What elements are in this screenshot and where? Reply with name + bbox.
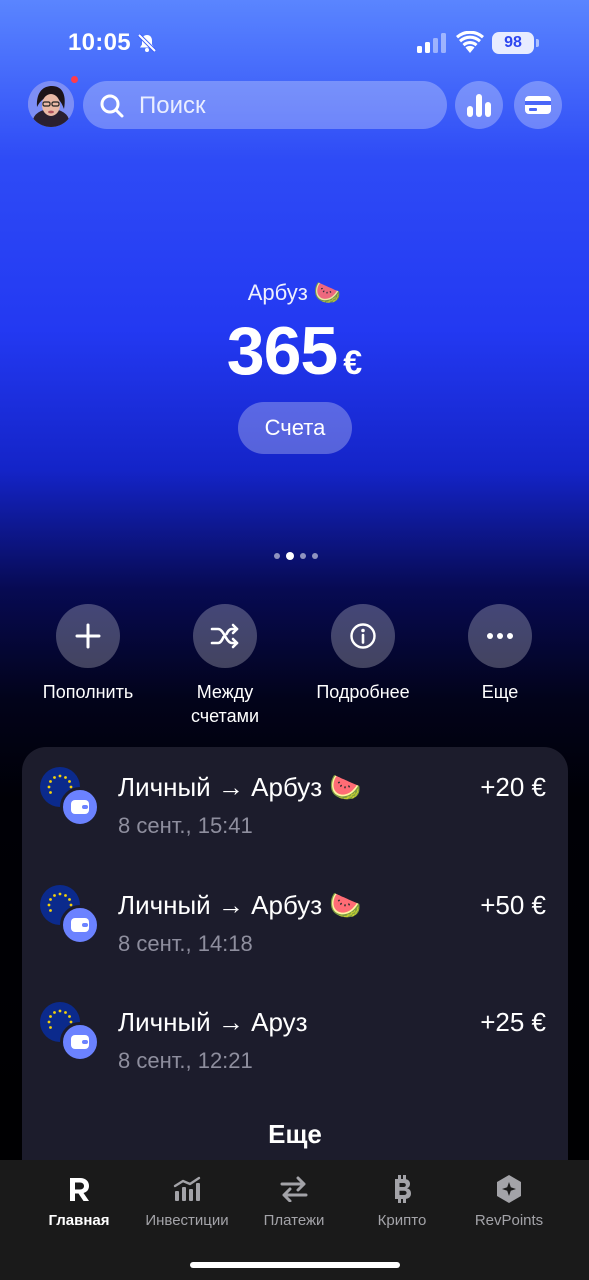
- action-between-accounts-circle[interactable]: [193, 604, 257, 668]
- stocks-chart-icon: [173, 1176, 201, 1201]
- avatar[interactable]: [28, 81, 74, 127]
- accounts-button[interactable]: Счета: [238, 402, 352, 454]
- balance-currency: €: [343, 344, 363, 382]
- bitcoin-icon: [395, 1175, 411, 1203]
- transaction-amount: +25 €: [480, 1007, 546, 1037]
- tab-revpoints[interactable]: RevPoints: [454, 1172, 564, 1229]
- page-dot: [312, 553, 318, 559]
- battery-indicator: 98: [492, 32, 534, 54]
- tab-home[interactable]: Главная: [24, 1172, 134, 1229]
- tab-home-label: Главная: [48, 1212, 110, 1229]
- cards-button[interactable]: [514, 81, 562, 129]
- revpoints-hex-icon: [497, 1175, 521, 1203]
- transaction-title: Личный → Аруз: [118, 1007, 308, 1037]
- transaction-title: Личный → Арбуз 🍉: [118, 890, 362, 920]
- status-bar: 10:05 98: [0, 0, 589, 80]
- avatar-photo-icon: [28, 81, 74, 127]
- bell-off-icon: [137, 33, 157, 53]
- action-top-up-label: Пополнить: [42, 682, 134, 702]
- transactions-card: Личный → Арбуз 🍉 8 сент., 15:41 +20 € Ли…: [22, 747, 568, 1167]
- transaction-title: Личный → Арбуз 🍉: [118, 772, 362, 802]
- info-icon: [350, 623, 376, 649]
- action-more-circle[interactable]: [468, 604, 532, 668]
- tab-payments-label: Платежи: [263, 1212, 325, 1229]
- tab-payments[interactable]: Платежи: [239, 1172, 349, 1229]
- action-details-label: Подробнее: [316, 682, 410, 702]
- tab-crypto-label: Крипто: [377, 1212, 427, 1229]
- action-between-accounts[interactable]: Между счетами: [155, 604, 295, 728]
- analytics-button[interactable]: [455, 81, 503, 129]
- home-indicator[interactable]: [190, 1262, 400, 1268]
- search-placeholder: Поиск: [139, 92, 206, 119]
- tab-revpoints-label: RevPoints: [474, 1212, 544, 1229]
- page-dot: [300, 553, 306, 559]
- balance: 365 €: [0, 312, 589, 390]
- transaction-date: 8 сент., 15:41: [118, 813, 253, 838]
- account-name: Арбуз 🍉: [247, 280, 342, 305]
- bar-chart-icon: [467, 94, 491, 117]
- transactions-more-button[interactable]: Еще: [22, 1119, 568, 1150]
- transaction-amount: +50 €: [480, 890, 546, 920]
- wallet-icon: [60, 1022, 100, 1062]
- action-details-circle[interactable]: [331, 604, 395, 668]
- tab-crypto[interactable]: Крипто: [347, 1172, 457, 1229]
- page-indicator[interactable]: [274, 552, 318, 560]
- tab-investments-label: Инвестиции: [145, 1212, 229, 1229]
- action-more-label: Еще: [481, 682, 519, 702]
- search-icon: [100, 94, 124, 118]
- transfer-arrows-icon: [280, 1176, 308, 1202]
- wallet-icon: [60, 787, 100, 827]
- action-details[interactable]: Подробнее: [293, 604, 433, 704]
- transaction-row[interactable]: Личный → Арбуз 🍉 8 сент., 14:18 +50 €: [22, 865, 568, 965]
- balance-amount: 365: [226, 313, 338, 389]
- action-between-accounts-label: Между счетами: [190, 682, 260, 726]
- battery-tip: [536, 39, 539, 47]
- wifi-icon: [456, 31, 484, 53]
- wallet-icon: [60, 905, 100, 945]
- search-input[interactable]: Поиск: [83, 81, 447, 129]
- action-top-up-circle[interactable]: [56, 604, 120, 668]
- action-top-up[interactable]: Пополнить: [18, 604, 158, 704]
- status-time: 10:05: [68, 29, 131, 56]
- card-icon: [525, 96, 551, 114]
- transaction-row[interactable]: Личный → Аруз 8 сент., 12:21 +25 €: [22, 982, 568, 1082]
- revolut-r-icon: [70, 1178, 89, 1201]
- page-dot: [274, 553, 280, 559]
- transaction-date: 8 сент., 14:18: [118, 931, 253, 956]
- notification-dot: [71, 76, 78, 83]
- transaction-row[interactable]: Личный → Арбуз 🍉 8 сент., 15:41 +20 €: [22, 747, 568, 847]
- more-dots-icon: [487, 633, 513, 639]
- plus-icon: [75, 623, 101, 649]
- transaction-amount: +20 €: [480, 772, 546, 802]
- transaction-date: 8 сент., 12:21: [118, 1048, 253, 1073]
- page-dot-active: [286, 552, 294, 560]
- shuffle-icon: [210, 623, 239, 649]
- tab-investments[interactable]: Инвестиции: [132, 1172, 242, 1229]
- signal-icon: [417, 33, 446, 53]
- action-more[interactable]: Еще: [430, 604, 570, 704]
